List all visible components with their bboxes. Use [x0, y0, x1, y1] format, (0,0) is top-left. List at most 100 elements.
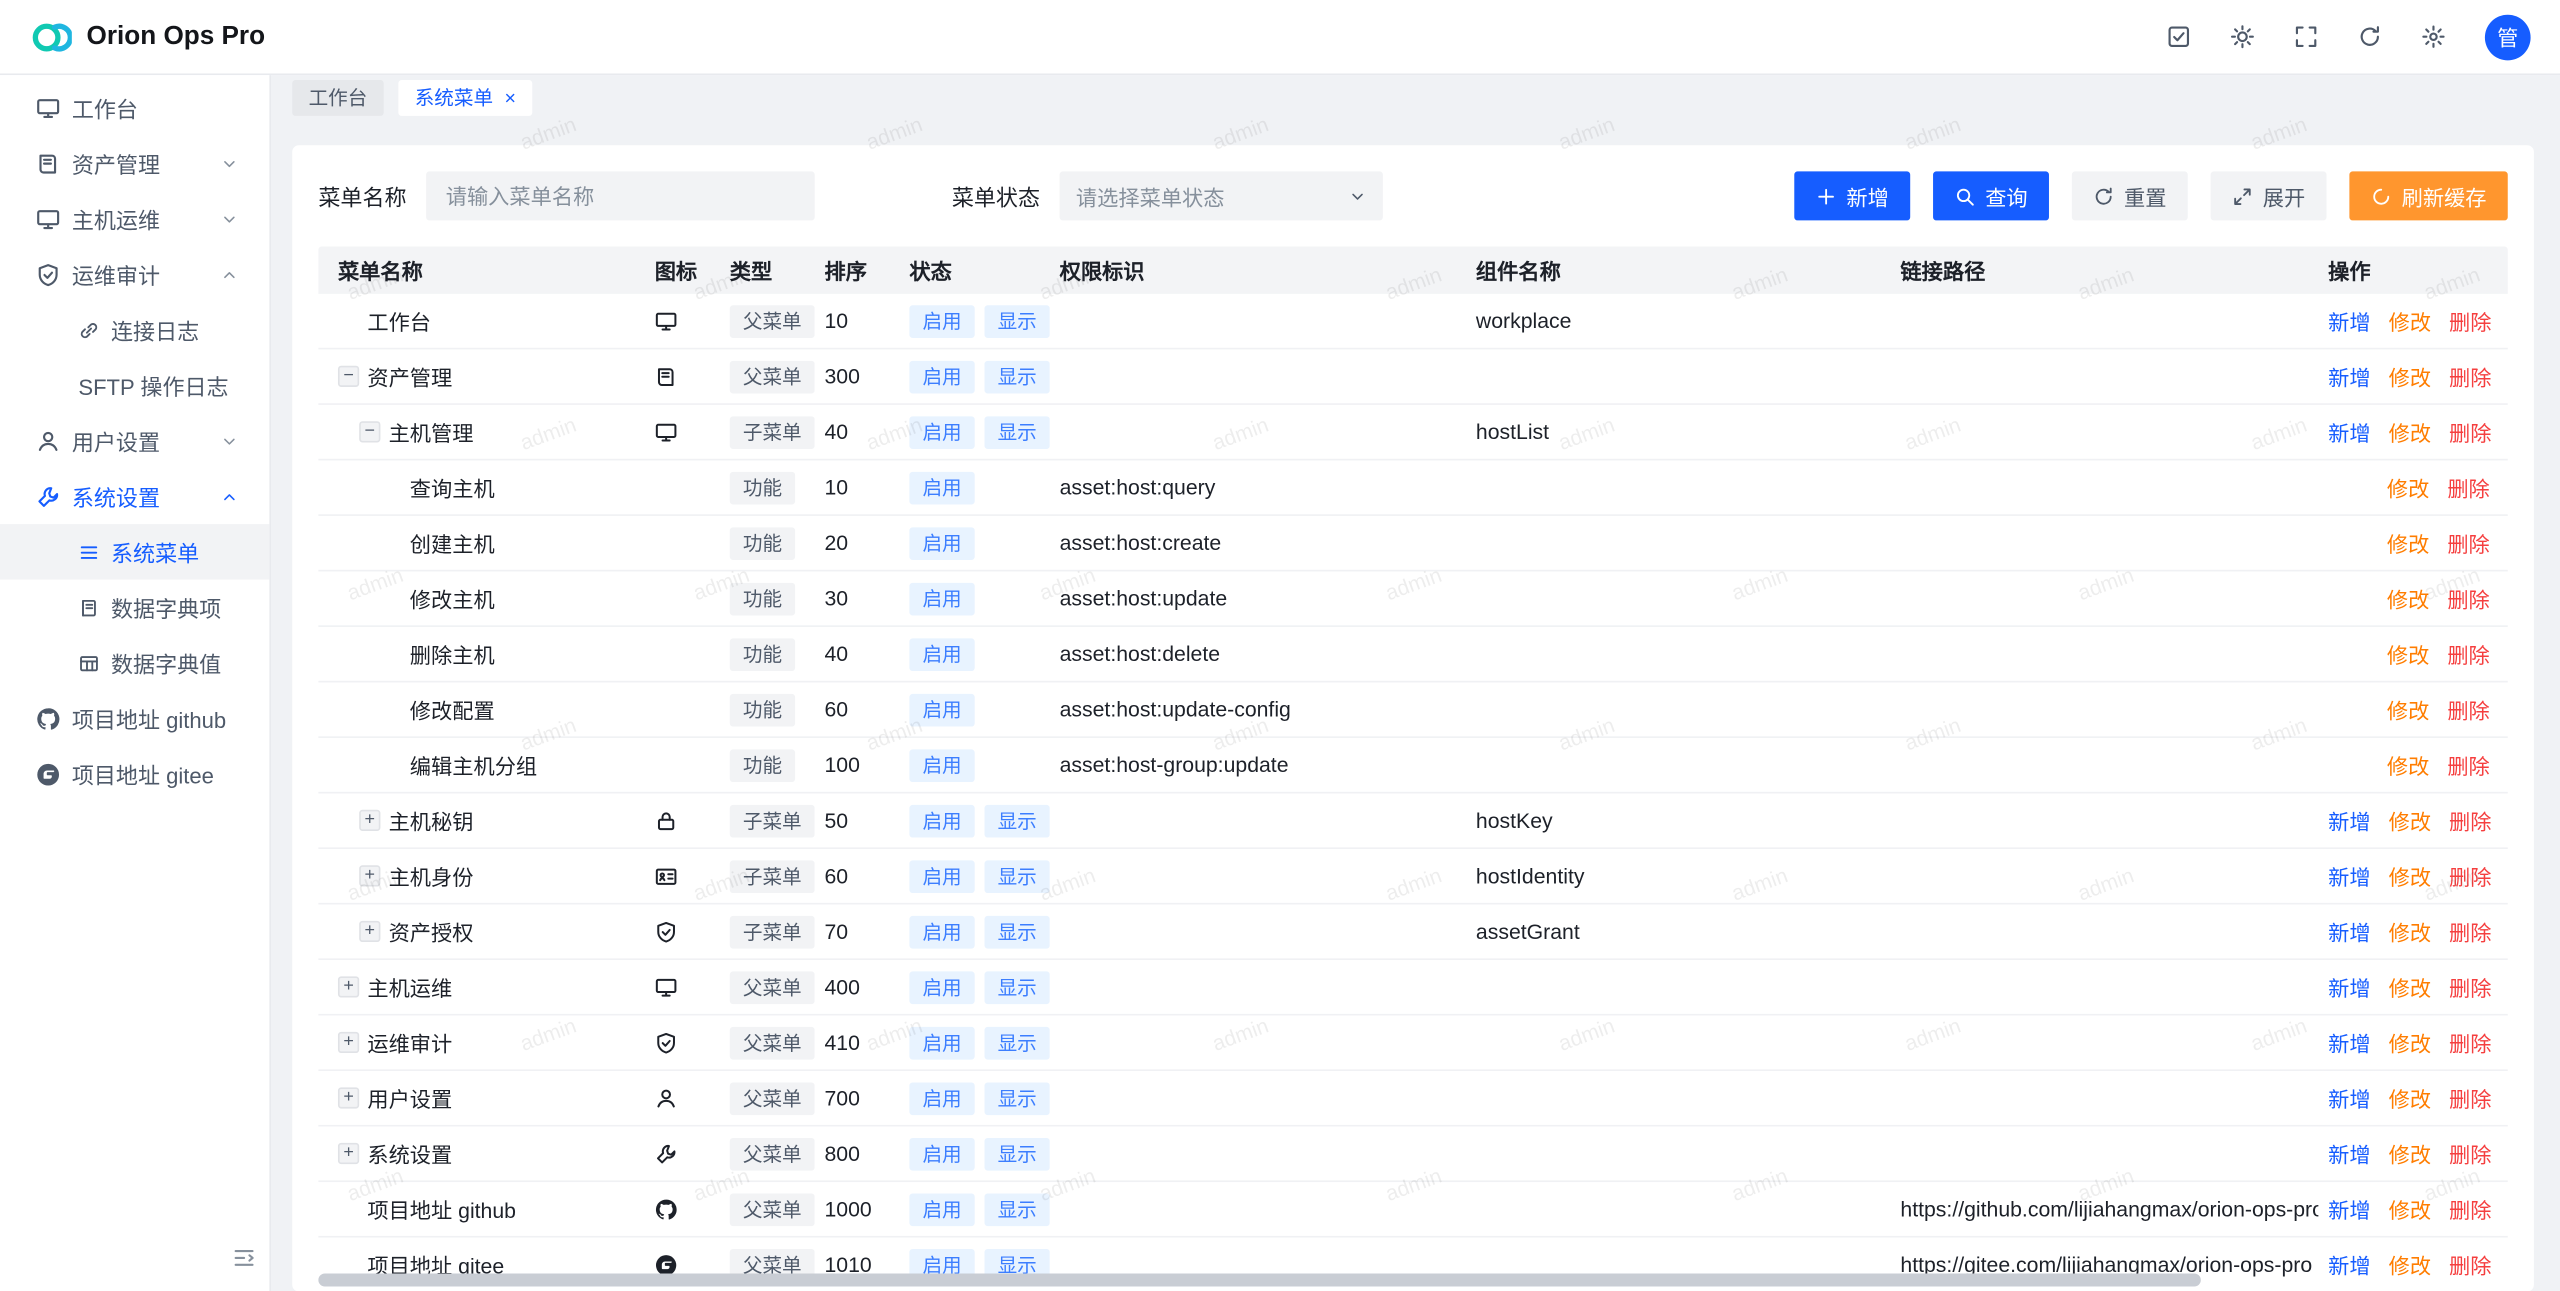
del-action-link[interactable]: 删除 — [2447, 583, 2489, 614]
sidebar-item-system-menu[interactable]: 系统菜单 — [0, 524, 269, 580]
del-action-link[interactable]: 删除 — [2449, 305, 2491, 336]
edit-action-link[interactable]: 修改 — [2389, 1138, 2431, 1169]
edit-action-link[interactable]: 修改 — [2389, 1082, 2431, 1113]
tab-system-menu[interactable]: 系统菜单 × — [398, 79, 532, 115]
reset-button[interactable]: 重置 — [2072, 171, 2188, 220]
tree-expand-toggle[interactable]: + — [359, 921, 380, 942]
add-action-link[interactable]: 新增 — [2328, 416, 2370, 447]
sidebar-item-host-ops[interactable]: 主机运维 — [0, 191, 269, 247]
table-row: +运维审计父菜单410启用显示新增修改删除 — [318, 1016, 2507, 1072]
tab-workbench[interactable]: 工作台 — [292, 79, 383, 115]
edit-action-link[interactable]: 修改 — [2387, 638, 2429, 669]
tree-expand-toggle[interactable]: + — [338, 1143, 359, 1164]
add-action-link[interactable]: 新增 — [2328, 860, 2370, 891]
del-action-link[interactable]: 删除 — [2449, 361, 2491, 392]
permission-cell: asset:host:query — [1050, 460, 1466, 514]
menu-icon-cell — [645, 1016, 720, 1070]
edit-action-link[interactable]: 修改 — [2389, 916, 2431, 947]
edit-action-link[interactable]: 修改 — [2387, 749, 2429, 780]
column-header: 排序 — [815, 247, 900, 294]
sort-cell: 60 — [815, 849, 900, 903]
edit-action-link[interactable]: 修改 — [2389, 860, 2431, 891]
sidebar-collapse-button[interactable] — [232, 1246, 256, 1275]
sidebar-item-workbench[interactable]: 工作台 — [0, 80, 269, 136]
add-action-link[interactable]: 新增 — [2328, 1193, 2370, 1224]
edit-action-link[interactable]: 修改 — [2389, 305, 2431, 336]
edit-action-link[interactable]: 修改 — [2387, 472, 2429, 503]
sidebar-item-dict-values[interactable]: 数据字典值 — [0, 635, 269, 691]
scrollbar-thumb[interactable] — [318, 1273, 2201, 1286]
sidebar-item-gitee[interactable]: 项目地址 gitee — [0, 746, 269, 802]
edit-action-link[interactable]: 修改 — [2389, 361, 2431, 392]
edit-action-link[interactable]: 修改 — [2389, 1193, 2431, 1224]
add-button[interactable]: 新增 — [1794, 171, 1910, 220]
del-action-link[interactable]: 删除 — [2449, 1138, 2491, 1169]
actions-cell: 修改删除 — [2318, 682, 2507, 736]
del-action-link[interactable]: 删除 — [2449, 916, 2491, 947]
tree-expand-toggle[interactable]: + — [359, 865, 380, 886]
add-action-link[interactable]: 新增 — [2328, 305, 2370, 336]
edit-action-link[interactable]: 修改 — [2389, 971, 2431, 1002]
del-action-link[interactable]: 删除 — [2449, 1082, 2491, 1113]
add-action-link[interactable]: 新增 — [2328, 805, 2370, 836]
tree-expand-toggle[interactable]: + — [338, 1032, 359, 1053]
edit-action-link[interactable]: 修改 — [2387, 583, 2429, 614]
sidebar-item-assets[interactable]: 资产管理 — [0, 136, 269, 192]
tree-expand-toggle[interactable]: + — [359, 810, 380, 831]
del-action-link[interactable]: 删除 — [2449, 1027, 2491, 1058]
add-action-link[interactable]: 新增 — [2328, 1138, 2370, 1169]
search-button[interactable]: 查询 — [1933, 171, 2049, 220]
add-action-link[interactable]: 新增 — [2328, 361, 2370, 392]
sidebar-item-dict-keys[interactable]: 数据字典项 — [0, 580, 269, 636]
tree-indent — [338, 764, 380, 766]
annotation-toggle-button[interactable] — [2167, 24, 2191, 48]
del-action-link[interactable]: 删除 — [2449, 971, 2491, 1002]
fullscreen-button[interactable] — [2294, 24, 2318, 48]
del-action-link[interactable]: 删除 — [2449, 416, 2491, 447]
sidebar-item-user-settings[interactable]: 用户设置 — [0, 413, 269, 469]
del-action-link[interactable]: 删除 — [2447, 749, 2489, 780]
del-action-link[interactable]: 删除 — [2449, 860, 2491, 891]
tree-collapse-toggle[interactable]: − — [338, 366, 359, 387]
refresh-cache-button[interactable]: 刷新缓存 — [2349, 171, 2507, 220]
sidebar-item-connect-log[interactable]: 连接日志 — [0, 302, 269, 358]
tree-collapse-toggle[interactable]: − — [359, 421, 380, 442]
add-action-link[interactable]: 新增 — [2328, 916, 2370, 947]
expand-button[interactable]: 展开 — [2211, 171, 2327, 220]
edit-action-link[interactable]: 修改 — [2387, 694, 2429, 725]
settings-button[interactable] — [2421, 24, 2445, 48]
del-action-link[interactable]: 删除 — [2449, 1193, 2491, 1224]
add-action-link[interactable]: 新增 — [2328, 971, 2370, 1002]
permission-cell — [1050, 1182, 1466, 1236]
tree-expand-toggle[interactable]: + — [338, 1087, 359, 1108]
user-avatar[interactable]: 管 — [2485, 14, 2531, 60]
tree-expand-toggle[interactable]: + — [338, 976, 359, 997]
link-path-cell — [1891, 627, 2319, 681]
del-action-link[interactable]: 删除 — [2447, 694, 2489, 725]
add-action-link[interactable]: 新增 — [2328, 1027, 2370, 1058]
del-action-link[interactable]: 删除 — [2447, 527, 2489, 558]
status-cell: 启用显示 — [900, 960, 1050, 1014]
sidebar-item-audit[interactable]: 运维审计 — [0, 247, 269, 303]
close-icon[interactable]: × — [505, 87, 516, 107]
sidebar-item-system-settings[interactable]: 系统设置 — [0, 469, 269, 525]
edit-action-link[interactable]: 修改 — [2389, 1027, 2431, 1058]
theme-toggle-button[interactable] — [2230, 24, 2254, 48]
horizontal-scrollbar[interactable] — [318, 1273, 2507, 1286]
refresh-button[interactable] — [2358, 24, 2382, 48]
sidebar-item-sftp-log[interactable]: SFTP 操作日志 — [0, 358, 269, 414]
del-action-link[interactable]: 删除 — [2447, 472, 2489, 503]
add-action-link[interactable]: 新增 — [2328, 1082, 2370, 1113]
menu-status-select[interactable]: 请选择菜单状态 — [1060, 171, 1383, 220]
status-badge-enabled: 启用 — [909, 1137, 974, 1170]
del-action-link[interactable]: 删除 — [2449, 805, 2491, 836]
actions-cell: 新增修改删除 — [2318, 849, 2507, 903]
edit-action-link[interactable]: 修改 — [2389, 416, 2431, 447]
permission-cell — [1050, 960, 1466, 1014]
del-action-link[interactable]: 删除 — [2447, 638, 2489, 669]
sidebar-item-github[interactable]: 项目地址 github — [0, 691, 269, 747]
menu-name-input[interactable] — [426, 171, 815, 220]
status-cell: 启用显示 — [900, 793, 1050, 847]
edit-action-link[interactable]: 修改 — [2389, 805, 2431, 836]
edit-action-link[interactable]: 修改 — [2387, 527, 2429, 558]
